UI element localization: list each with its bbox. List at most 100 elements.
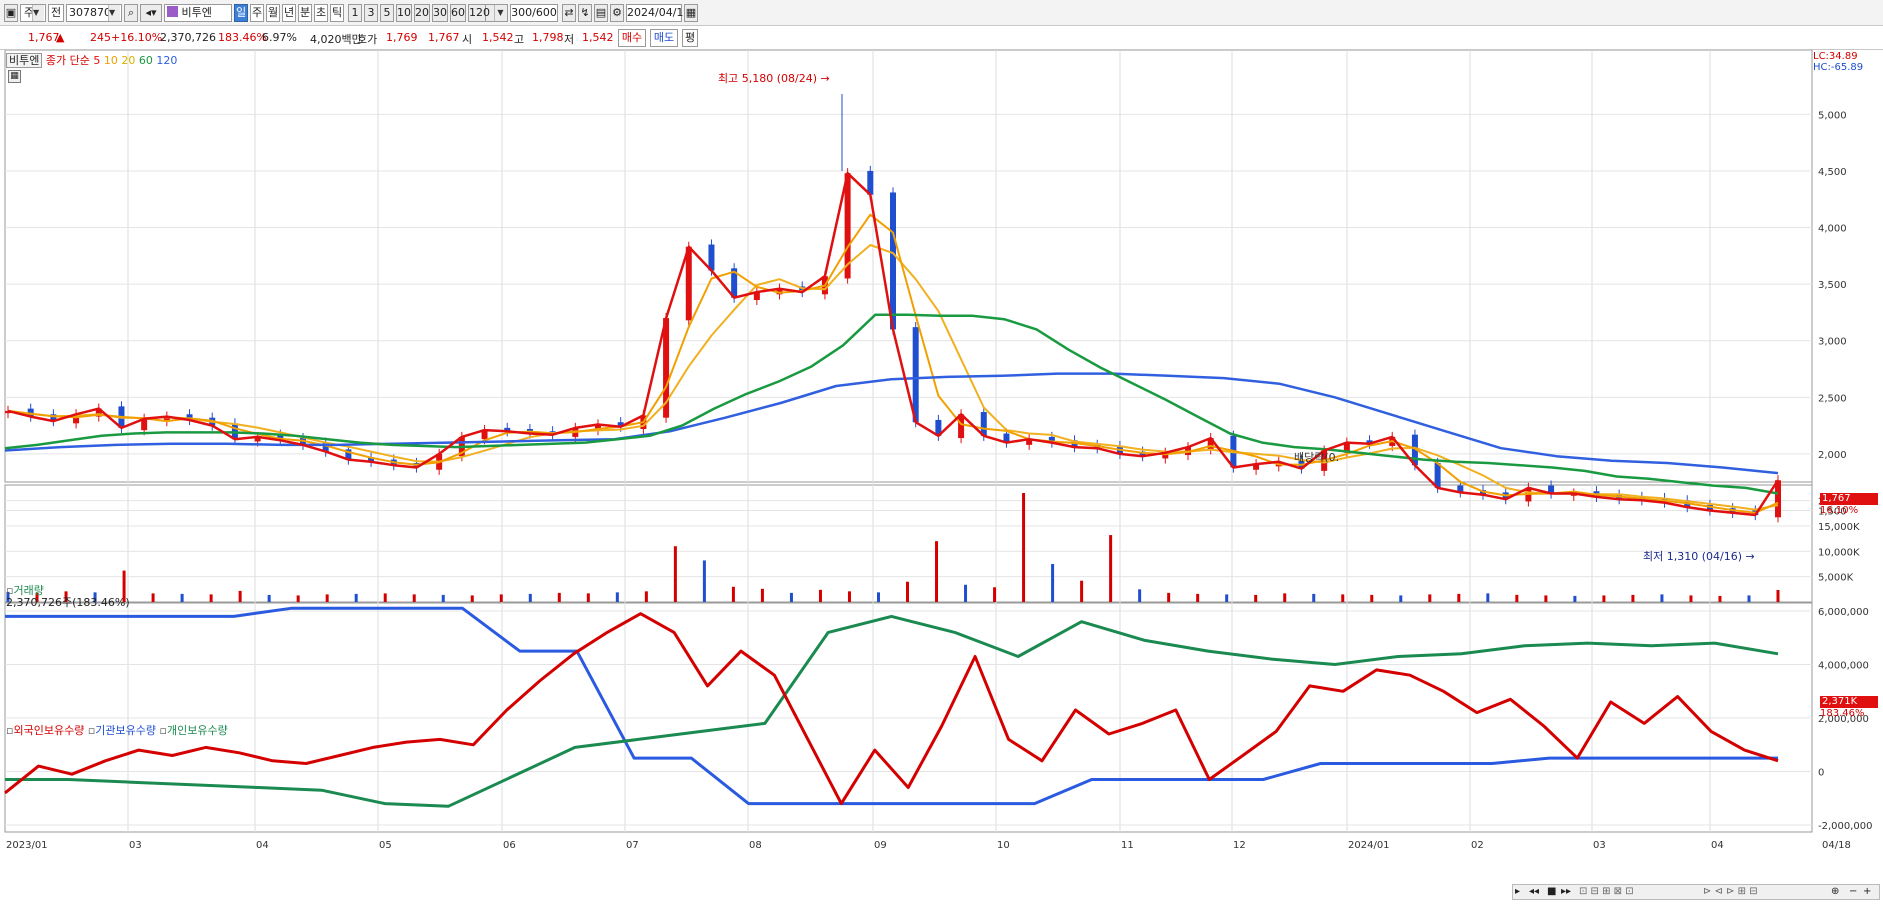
volume-bar [209,594,213,602]
minute-tab-3[interactable]: 3 [364,4,378,22]
period-tab-0[interactable]: 일 [234,4,248,22]
layout-icon[interactable]: ▣ [4,4,18,22]
open-price: 1,542 [482,31,514,44]
gear-icon[interactable]: ⚙ [610,4,624,22]
volume-bar [1573,595,1577,602]
quote-bar: 1,767 ▲ 245 +16.10% 2,370,726 183.46% 6.… [0,26,1883,50]
volume-ratio: 183.46% [218,31,267,44]
institution-line [5,606,1778,806]
scroll-controls[interactable]: ▸ ◂◂ ■ ▸▸ ⊡ ⊟ ⊞ ⊠ ⊡ ⊳ ⊲ ⊳ ⊞ ⊟ ⊕ − + [1512,884,1880,900]
volume-bar [1341,594,1345,602]
volume-bar [964,584,968,602]
volume-tick-label: 10,000K [1818,547,1860,558]
zoom-in-icon[interactable]: + [1863,885,1871,899]
period-tab-2[interactable]: 월 [266,4,280,22]
chart-area[interactable]: 2023/01 03 04 05 06 07 08 09 10 11 12 2024/01 02 03 04… [0,50,1883,904]
stop-icon[interactable]: ■ [1547,885,1556,899]
ma20-legend: 20 [121,54,136,67]
compare-icon[interactable]: ↯ [578,4,592,22]
bar-count-value: 300 [511,6,533,19]
x-tick-label: 03 [129,840,142,851]
ex-dividend-note: 배당락(0. [1294,451,1340,464]
first-page-icon[interactable]: ◂◂ [1529,885,1539,899]
high-annotation-text: 최고 5,180 (08/24) [718,72,818,85]
minute-tab-30[interactable]: 30 [432,4,448,22]
market-select[interactable]: 주 ▼ [20,4,46,22]
minute-tab-5[interactable]: 5 [380,4,394,22]
low-annotation-text: 최저 1,310 (04/16) [1643,550,1743,563]
calendar-icon[interactable]: ▦ [684,4,698,22]
search-icon[interactable]: ⌕ [124,4,138,22]
scroll-left-icon[interactable]: ▸ [1515,885,1520,899]
last-pct-tag: 16.10% [1820,505,1859,516]
current-price: 1,767 [28,31,60,44]
minute-tab-1[interactable]: 1 [348,4,362,22]
sell-button[interactable]: 매도 [650,29,678,47]
low-label: 저 [564,33,575,46]
trade-amount: 4,020백만 [310,33,362,46]
flat-button[interactable]: 평 [682,29,698,47]
x-tick-label: 04 [1711,840,1724,851]
volume-bar [1602,595,1606,602]
stock-code-input[interactable]: 307870 ▼ [66,4,122,22]
sync-icon[interactable]: ⇄ [562,4,576,22]
price-tick-label: 2,500 [1818,393,1847,404]
chart-canvas[interactable]: 2023/01 03 04 05 06 07 08 09 10 11 12 2024/01 02 03 04… [0,50,1883,904]
stock-name-value: 비투엔 [181,6,212,19]
period-tab-3[interactable]: 년 [282,4,296,22]
high-label: 고 [514,33,525,46]
ma-legend-label: 종가 단순 [45,54,90,67]
volume-value-label: 2,370,726주(183.46%) [6,596,130,609]
chevron-down-icon: ▼ [494,5,506,21]
period-tab-5[interactable]: 초 [314,4,328,22]
volume-bar [1283,593,1287,602]
next-page-icon[interactable]: ▸▸ [1561,885,1571,899]
volume-bar [906,581,910,602]
ma60-line [4,313,1779,495]
tool-icons[interactable]: ⊳ ⊲ ⊳ ⊞ ⊟ [1703,885,1758,899]
volume-bar [876,592,880,602]
save-icon[interactable]: ▤ [594,4,608,22]
price-legend: 비투엔 종가 단순 5 10 20 60 120 [6,52,177,68]
bar-count-field[interactable]: 300/600 [510,4,558,22]
holding-tick-label: 4,000,000 [1818,661,1869,672]
period-tab-4[interactable]: 분 [298,4,312,22]
minute-tab-60[interactable]: 60 [450,4,466,22]
foreign-line [4,612,1779,806]
volume-tick-label: 5,000K [1818,573,1854,584]
minute-tab-20[interactable]: 20 [414,4,430,22]
price-candle-body [912,327,919,423]
low-price: 1,542 [582,31,614,44]
chevron-down-icon: ▼ [32,5,44,21]
price-tick-label: 5,000 [1818,110,1847,121]
stock-name-field[interactable]: 비투엔 [164,4,232,22]
holding-tick-label: 0 [1818,768,1824,779]
x-tick-label: 12 [1233,840,1246,851]
volume-bar [151,593,155,602]
volume-bar [644,591,648,602]
speaker-icon[interactable]: ◂▾ [140,4,162,22]
individual-line [5,614,1779,808]
zoom-slider-icon[interactable]: ⊡ ⊟ ⊞ ⊠ ⊡ [1579,885,1634,899]
volume-bar [1718,595,1722,602]
x-tick-label: 06 [503,840,516,851]
volume-bar [470,595,474,602]
volume-bar [1167,592,1171,602]
date-field[interactable]: 2024/04/18 [626,4,690,22]
volume-bar [1660,594,1664,602]
volume-bar [1109,535,1113,602]
grid-toggle-icon[interactable]: ▦ [8,70,21,83]
buy-button[interactable]: 매수 [618,29,646,47]
mode-button[interactable]: 전 [48,4,64,22]
minute-tab-10[interactable]: 10 [396,4,412,22]
period-tab-6[interactable]: 틱 [330,4,344,22]
x-tick-label: 08 [749,840,762,851]
zoom-out-icon[interactable]: − [1849,885,1857,899]
period-tab-1[interactable]: 주 [250,4,264,22]
x-tick-label: 09 [874,840,887,851]
zoom-icon[interactable]: ⊕ [1831,885,1839,899]
price-tick-label: 4,000 [1818,224,1847,235]
volume-bar [731,586,735,602]
minute-tab-120[interactable]: 120 [468,4,490,22]
toolbar: ▣ 주 ▼ 전 307870 ▼ ⌕ ◂▾ 비투엔 ▼ 300/600 ⇄ ↯ ▤ … [0,0,1883,26]
